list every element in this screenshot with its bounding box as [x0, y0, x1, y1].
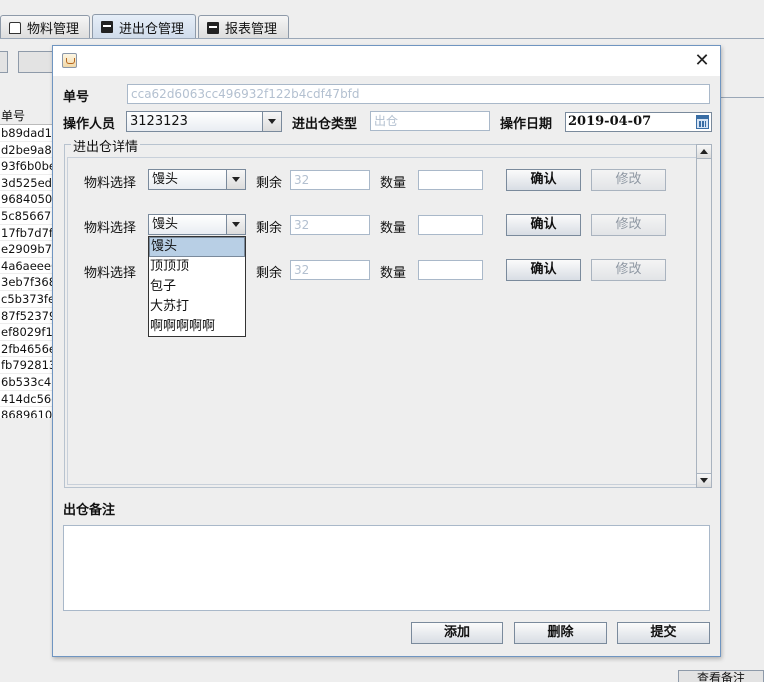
- submit-button[interactable]: 提交: [617, 622, 710, 644]
- dropdown-option[interactable]: 馒头: [149, 237, 245, 257]
- confirm-button[interactable]: 确认: [506, 214, 581, 236]
- delete-button[interactable]: 删除: [514, 622, 607, 644]
- table-row[interactable]: 93f6b0bed: [0, 158, 53, 175]
- chevron-down-icon[interactable]: [262, 112, 281, 131]
- dropdown-option[interactable]: 啊啊啊啊啊: [149, 317, 245, 337]
- tab-report-management[interactable]: 报表管理: [198, 15, 289, 39]
- details-title: 进出仓详情: [71, 136, 141, 155]
- scroll-up-icon[interactable]: [697, 145, 711, 159]
- confirm-button[interactable]: 确认: [506, 259, 581, 281]
- box-icon: [207, 21, 219, 34]
- order-list-table[interactable]: 单号 b89dad14 d2be9a84 93f6b0bed 3d525edc …: [0, 108, 54, 418]
- material-label: 物料选择: [84, 221, 137, 236]
- material-label: 物料选择: [84, 176, 137, 191]
- date-label: 操作日期: [500, 117, 553, 132]
- material-select[interactable]: 馒头: [148, 214, 246, 235]
- qty-field[interactable]: [418, 260, 483, 280]
- chevron-down-icon[interactable]: [226, 170, 245, 189]
- remain-label: 剩余: [256, 266, 283, 281]
- operator-value: 3123123: [130, 114, 188, 129]
- material-label: 物料选择: [84, 266, 137, 281]
- close-icon[interactable]: ✕: [692, 51, 712, 71]
- material-dropdown-list[interactable]: 馒头 顶顶顶 包子 大苏打 啊啊啊啊啊: [148, 236, 246, 337]
- java-coffee-icon: [62, 53, 77, 68]
- qty-label: 数量: [380, 176, 407, 191]
- tab-label: 物料管理: [27, 22, 80, 37]
- modify-button[interactable]: 修改: [591, 214, 666, 236]
- dropdown-option[interactable]: 顶顶顶: [149, 257, 245, 277]
- remain-label: 剩余: [256, 176, 283, 191]
- table-row[interactable]: 2fb4656e7: [0, 341, 53, 358]
- tab-material-management[interactable]: 物料管理: [0, 15, 90, 39]
- type-label: 进出仓类型: [292, 117, 358, 132]
- table-row[interactable]: 3eb7f368: [0, 274, 53, 291]
- operator-label: 操作人员: [63, 117, 116, 132]
- table-row[interactable]: 8689610b: [0, 407, 53, 418]
- operator-select[interactable]: 3123123: [126, 111, 282, 132]
- table-row[interactable]: 3d525edc: [0, 175, 53, 192]
- material-select[interactable]: 馒头: [148, 169, 246, 190]
- remark-textarea[interactable]: [63, 525, 710, 611]
- add-button[interactable]: 添加: [411, 622, 503, 644]
- remark-label: 出仓备注: [63, 503, 116, 518]
- background-divider: [720, 97, 764, 98]
- document-icon: [9, 21, 21, 34]
- tab-divider-line: [0, 38, 764, 39]
- remain-field[interactable]: 32: [290, 170, 370, 190]
- table-row[interactable]: 6b533c41: [0, 374, 53, 391]
- inout-dialog: ✕ 单号 cca62d6063cc496932f122b4cdf47bfd 操作…: [52, 45, 721, 657]
- tab-label: 进出仓管理: [119, 21, 185, 37]
- modify-button[interactable]: 修改: [591, 169, 666, 191]
- table-row[interactable]: 87f52379: [0, 308, 53, 325]
- table-row[interactable]: 414dc56c: [0, 391, 53, 408]
- column-header-order-no[interactable]: 单号: [0, 108, 53, 125]
- table-row[interactable]: 17fb7d7f3: [0, 225, 53, 242]
- dialog-titlebar[interactable]: ✕: [53, 46, 720, 76]
- details-scrollbar[interactable]: [696, 144, 712, 488]
- view-remark-button[interactable]: 查看备注: [678, 670, 764, 682]
- table-row[interactable]: 4a6aeee6: [0, 258, 53, 275]
- table-row[interactable]: 5c856672: [0, 208, 53, 225]
- qty-label: 数量: [380, 221, 407, 236]
- calendar-icon[interactable]: [696, 115, 709, 129]
- qty-field[interactable]: [418, 170, 483, 190]
- table-row[interactable]: d2be9a84: [0, 142, 53, 159]
- dropdown-option[interactable]: 包子: [149, 277, 245, 297]
- type-field[interactable]: 出仓: [370, 111, 490, 131]
- tab-label: 报表管理: [225, 22, 278, 37]
- date-value: 2019-04-07: [568, 114, 652, 129]
- table-row[interactable]: ef8029f1f: [0, 324, 53, 341]
- modify-button[interactable]: 修改: [591, 259, 666, 281]
- dropdown-option[interactable]: 大苏打: [149, 297, 245, 317]
- table-row[interactable]: fb7928132: [0, 357, 53, 374]
- qty-field[interactable]: [418, 215, 483, 235]
- table-row[interactable]: b89dad14: [0, 125, 53, 142]
- box-icon: [101, 21, 113, 33]
- remain-field[interactable]: 32: [290, 260, 370, 280]
- qty-label: 数量: [380, 266, 407, 281]
- order-no-label: 单号: [63, 90, 90, 105]
- tab-inout-management[interactable]: 进出仓管理: [92, 14, 196, 39]
- table-row[interactable]: e2909b70: [0, 241, 53, 258]
- chevron-down-icon[interactable]: [226, 215, 245, 234]
- remain-label: 剩余: [256, 221, 283, 236]
- confirm-button[interactable]: 确认: [506, 169, 581, 191]
- material-value: 馒头: [152, 217, 179, 232]
- table-row[interactable]: 96840500: [0, 191, 53, 208]
- table-row[interactable]: c5b373fe4: [0, 291, 53, 308]
- date-picker[interactable]: 2019-04-07: [565, 112, 712, 132]
- material-value: 馒头: [152, 172, 179, 187]
- background-button[interactable]: [0, 51, 8, 73]
- order-no-field[interactable]: cca62d6063cc496932f122b4cdf47bfd: [127, 84, 710, 104]
- remain-field[interactable]: 32: [290, 215, 370, 235]
- scroll-down-icon[interactable]: [697, 473, 711, 487]
